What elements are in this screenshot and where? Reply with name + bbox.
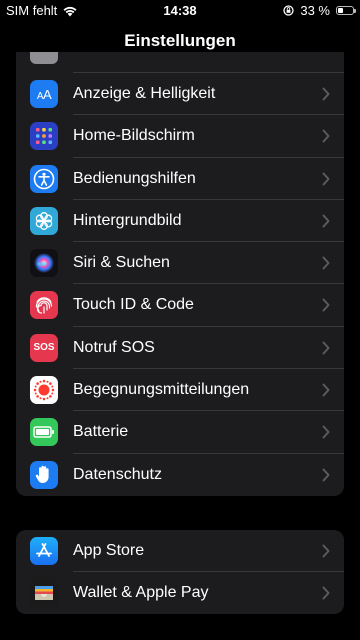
- settings-row-exposure-notifications[interactable]: Begegnungsmitteilungen: [16, 369, 344, 412]
- row-label: Batterie: [73, 423, 129, 441]
- chevron-right-icon: [322, 468, 330, 482]
- chevron-right-icon: [322, 383, 330, 397]
- chevron-right-icon: [322, 544, 330, 558]
- row-label: Wallet & Apple Pay: [73, 584, 209, 602]
- status-right: 33 %: [283, 3, 356, 18]
- settings-row-app-store[interactable]: App Store: [16, 530, 344, 573]
- privacy-hand-icon: [30, 460, 58, 489]
- row-label: Hintergrundbild: [73, 211, 182, 229]
- chevron-right-icon: [322, 214, 330, 228]
- chevron-right-icon: [322, 256, 330, 270]
- settings-row-wallet[interactable]: Wallet & Apple Pay: [16, 572, 344, 614]
- chevron-right-icon: [322, 341, 330, 355]
- battery-icon: [30, 418, 58, 447]
- row-label: Datenschutz: [73, 465, 162, 483]
- sos-icon-text: SOS: [33, 342, 55, 354]
- home-screen-grid-icon: [30, 122, 58, 151]
- row-label: Bedienungshilfen: [73, 169, 196, 187]
- battery-fill: [338, 8, 343, 13]
- settings-row-battery[interactable]: Batterie: [16, 411, 344, 454]
- row-label: Home-Bildschirm: [73, 127, 195, 145]
- accessibility-icon: [30, 164, 58, 193]
- partial-settings-icon: [30, 52, 58, 64]
- row-label: Begegnungsmitteilungen: [73, 381, 250, 399]
- chevron-right-icon: [322, 586, 330, 600]
- row-label: Touch ID & Code: [73, 296, 194, 314]
- status-bar: SIM fehlt 14:38 33 %: [0, 0, 360, 20]
- row-label: Siri & Suchen: [73, 254, 170, 272]
- row-label: Anzeige & Helligkeit: [73, 85, 216, 102]
- wallpaper-flower-icon: [30, 206, 58, 235]
- row-label: App Store: [73, 542, 145, 559]
- partial-row-above: [16, 52, 344, 73]
- fingerprint-icon: [30, 291, 58, 320]
- chevron-right-icon: [322, 87, 330, 101]
- app-store-icon: [30, 537, 58, 565]
- battery-indicator-icon: [336, 6, 356, 15]
- settings-row-siri-search[interactable]: Siri & Suchen: [16, 242, 344, 285]
- chevron-right-icon: [322, 425, 330, 439]
- settings-screen: SIM fehlt 14:38 33 % Einstellungen AA An…: [0, 0, 360, 640]
- chevron-right-icon: [322, 298, 330, 312]
- settings-row-home-screen[interactable]: Home-Bildschirm: [16, 115, 344, 158]
- settings-row-emergency-sos[interactable]: SOS Notruf SOS: [16, 327, 344, 370]
- settings-row-wallpaper[interactable]: Hintergrundbild: [16, 200, 344, 243]
- chevron-right-icon: [322, 129, 330, 143]
- settings-row-privacy[interactable]: Datenschutz: [16, 454, 344, 496]
- settings-row-accessibility[interactable]: Bedienungshilfen: [16, 158, 344, 200]
- settings-group-display: AA Anzeige & Helligkeit Home-Bildschirm: [16, 52, 344, 496]
- sos-icon: SOS: [30, 333, 58, 362]
- orientation-lock-icon: [283, 5, 295, 16]
- settings-row-touch-id[interactable]: Touch ID & Code: [16, 284, 344, 327]
- row-label: Notruf SOS: [73, 338, 155, 356]
- exposure-notification-icon: [30, 376, 58, 405]
- wallet-icon: [30, 579, 58, 608]
- battery-percent: 33 %: [300, 3, 330, 18]
- siri-icon: [30, 249, 58, 278]
- chevron-right-icon: [322, 172, 330, 186]
- display-brightness-icon: AA: [30, 80, 58, 108]
- settings-group-store: App Store Wallet & Apple Pay: [16, 530, 344, 614]
- settings-row-display-brightness[interactable]: AA Anzeige & Helligkeit: [16, 73, 344, 116]
